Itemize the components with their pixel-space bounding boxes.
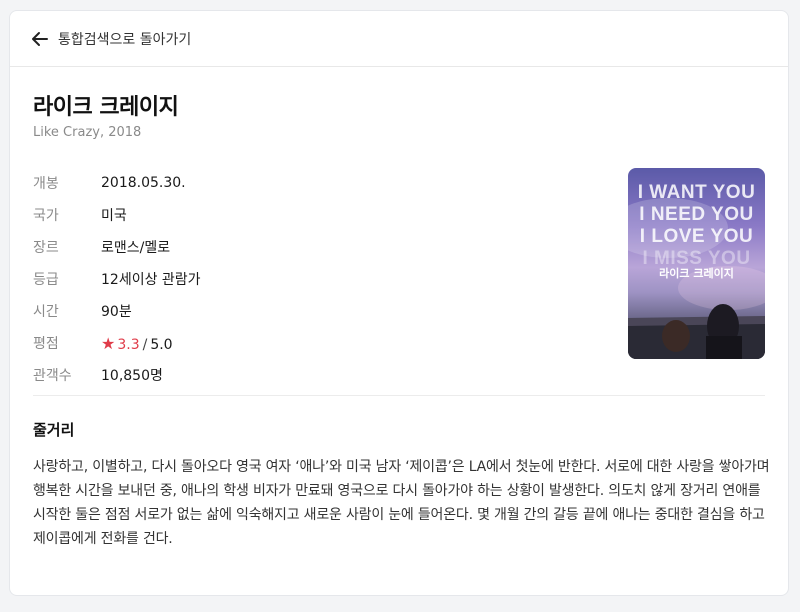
info-row-rating-class: 등급 12세이상 관람가 (33, 263, 201, 295)
info-key: 평점 (33, 336, 59, 352)
info-value: 미국 (101, 208, 127, 224)
star-icon: ★ (101, 333, 116, 353)
synopsis-heading: 줄거리 (33, 421, 75, 439)
info-row-genre: 장르 로맨스/멜로 (33, 231, 201, 263)
info-row-audience: 관객수 10,850명 (33, 359, 201, 391)
poster-tagline: I LOVE YOU (639, 226, 754, 247)
poster-tagline: I NEED YOU (639, 204, 754, 225)
movie-info-list: 개봉 2018.05.30. 국가 미국 장르 로맨스/멜로 등급 12세이상 … (33, 167, 201, 391)
rating-separator: / (142, 336, 148, 353)
info-row-release: 개봉 2018.05.30. (33, 167, 201, 199)
info-key: 등급 (33, 272, 59, 288)
rating-score: 3.3 (117, 336, 140, 353)
section-divider (33, 395, 765, 396)
back-to-search-link[interactable]: 통합검색으로 돌아가기 (10, 11, 788, 67)
rating-value: ★ 3.3/5.0 (101, 334, 173, 353)
info-key: 시간 (33, 304, 59, 320)
poster-title: 라이크 크레이지 (659, 267, 734, 280)
movie-poster[interactable]: I WANT YOU I NEED YOU I LOVE YOU I MISS … (628, 168, 765, 359)
info-value: 90분 (101, 304, 132, 320)
back-link-label: 통합검색으로 돌아가기 (58, 31, 192, 48)
info-key: 개봉 (33, 176, 59, 192)
info-key: 관객수 (33, 368, 72, 384)
info-value: 2018.05.30. (101, 175, 186, 191)
info-value: 12세이상 관람가 (101, 272, 201, 288)
movie-title: 라이크 크레이지 (33, 95, 179, 120)
movie-original-title: Like Crazy, 2018 (33, 125, 142, 140)
synopsis-text: 사랑하고, 이별하고, 다시 돌아오다 영국 여자 ‘애나’와 미국 남자 ‘제… (33, 459, 770, 547)
info-key: 장르 (33, 240, 59, 256)
poster-tagline: I WANT YOU (637, 182, 756, 203)
info-row-country: 국가 미국 (33, 199, 201, 231)
info-value: 10,850명 (101, 368, 163, 384)
info-row-runtime: 시간 90분 (33, 295, 201, 327)
info-value: 로맨스/멜로 (101, 240, 171, 256)
arrow-left-icon (30, 29, 50, 49)
rating-max: 5.0 (150, 336, 173, 353)
info-key: 국가 (33, 208, 59, 224)
info-row-score: 평점 ★ 3.3/5.0 (33, 327, 201, 359)
movie-detail-card: 통합검색으로 돌아가기 라이크 크레이지 Like Crazy, 2018 개봉… (9, 10, 789, 596)
